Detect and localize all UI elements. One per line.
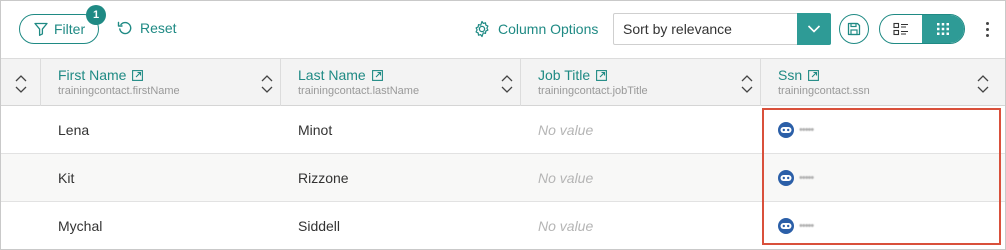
column-title: Job Title xyxy=(538,67,591,83)
column-header-ssn[interactable]: Ssn trainingcontact.ssn xyxy=(761,59,1005,106)
column-title: First Name xyxy=(58,67,127,83)
gear-icon xyxy=(475,20,489,38)
undo-icon xyxy=(117,21,132,35)
cell-ssn[interactable]: ••••• xyxy=(778,154,814,201)
masked-value: ••••• xyxy=(799,171,814,184)
sort-toggle-icon[interactable] xyxy=(500,72,514,96)
column-field-name: trainingcontact.lastName xyxy=(298,85,420,97)
chevron-down-icon xyxy=(807,24,821,33)
cell-job-title: No value xyxy=(538,169,594,186)
sort-toggle-icon[interactable] xyxy=(976,72,990,96)
sort-toggle-icon[interactable] xyxy=(14,72,28,96)
table-row[interactable]: Kit Rizzone No value ••••• xyxy=(1,154,1005,202)
table-row[interactable]: Mychal Siddell No value ••••• xyxy=(1,202,1005,250)
cell-last-name: Siddell xyxy=(298,217,341,234)
vertical-ellipsis-icon[interactable] xyxy=(980,16,994,42)
cell-first-name: Kit xyxy=(58,169,75,186)
column-field-name: trainingcontact.firstName xyxy=(58,85,180,97)
cell-last-name: Minot xyxy=(298,121,333,138)
cell-job-title: No value xyxy=(538,217,594,234)
column-field-name: trainingcontact.ssn xyxy=(778,85,870,97)
column-options-label: Column Options xyxy=(498,21,599,37)
floppy-disk-icon xyxy=(847,22,861,36)
column-title: Last Name xyxy=(298,67,366,83)
cell-first-name: Mychal xyxy=(58,217,103,234)
mask-icon[interactable] xyxy=(778,217,794,234)
list-view-icon xyxy=(893,22,908,36)
sort-toggle-icon[interactable] xyxy=(260,72,274,96)
external-link-icon[interactable] xyxy=(132,69,144,81)
cell-first-name: Lena xyxy=(58,121,90,138)
select-column-header xyxy=(1,59,41,106)
external-link-icon[interactable] xyxy=(596,69,608,81)
cell-ssn[interactable]: ••••• xyxy=(778,202,814,249)
mask-icon[interactable] xyxy=(778,169,794,186)
column-header-first-name[interactable]: First Name trainingcontact.firstName xyxy=(41,59,281,106)
save-button[interactable] xyxy=(839,14,869,44)
list-view-button[interactable] xyxy=(880,15,922,43)
view-toggle xyxy=(879,14,965,44)
column-options-button[interactable]: Column Options xyxy=(473,20,598,38)
external-link-icon[interactable] xyxy=(371,69,383,81)
grid-view-icon xyxy=(937,23,949,35)
sort-dropdown[interactable]: Sort by relevance xyxy=(613,12,831,45)
sort-toggle-icon[interactable] xyxy=(740,72,754,96)
filter-count-badge: 1 xyxy=(86,5,106,25)
external-link-icon[interactable] xyxy=(808,69,820,81)
toolbar: Filter 1 Reset Column Options Sort by re… xyxy=(0,0,1006,58)
funnel-icon xyxy=(34,22,48,36)
column-header-job-title[interactable]: Job Title trainingcontact.jobTitle xyxy=(521,59,761,106)
table-header: First Name trainingcontact.firstName Las… xyxy=(1,58,1005,106)
table-row[interactable]: Lena Minot No value ••••• xyxy=(1,106,1005,154)
grid-view-button[interactable] xyxy=(922,15,964,43)
cell-last-name: Rizzone xyxy=(298,169,349,186)
reset-button[interactable]: Reset xyxy=(117,20,177,36)
sort-value: Sort by relevance xyxy=(623,21,732,37)
masked-value: ••••• xyxy=(799,219,814,232)
masked-value: ••••• xyxy=(799,123,814,136)
cell-job-title: No value xyxy=(538,121,594,138)
reset-label: Reset xyxy=(140,20,177,36)
cell-ssn[interactable]: ••••• xyxy=(778,106,814,153)
column-title: Ssn xyxy=(778,67,803,83)
column-header-last-name[interactable]: Last Name trainingcontact.lastName xyxy=(281,59,521,106)
sort-dropdown-toggle[interactable] xyxy=(797,12,831,45)
column-field-name: trainingcontact.jobTitle xyxy=(538,85,648,97)
filter-label: Filter xyxy=(54,21,86,37)
mask-icon[interactable] xyxy=(778,121,794,138)
